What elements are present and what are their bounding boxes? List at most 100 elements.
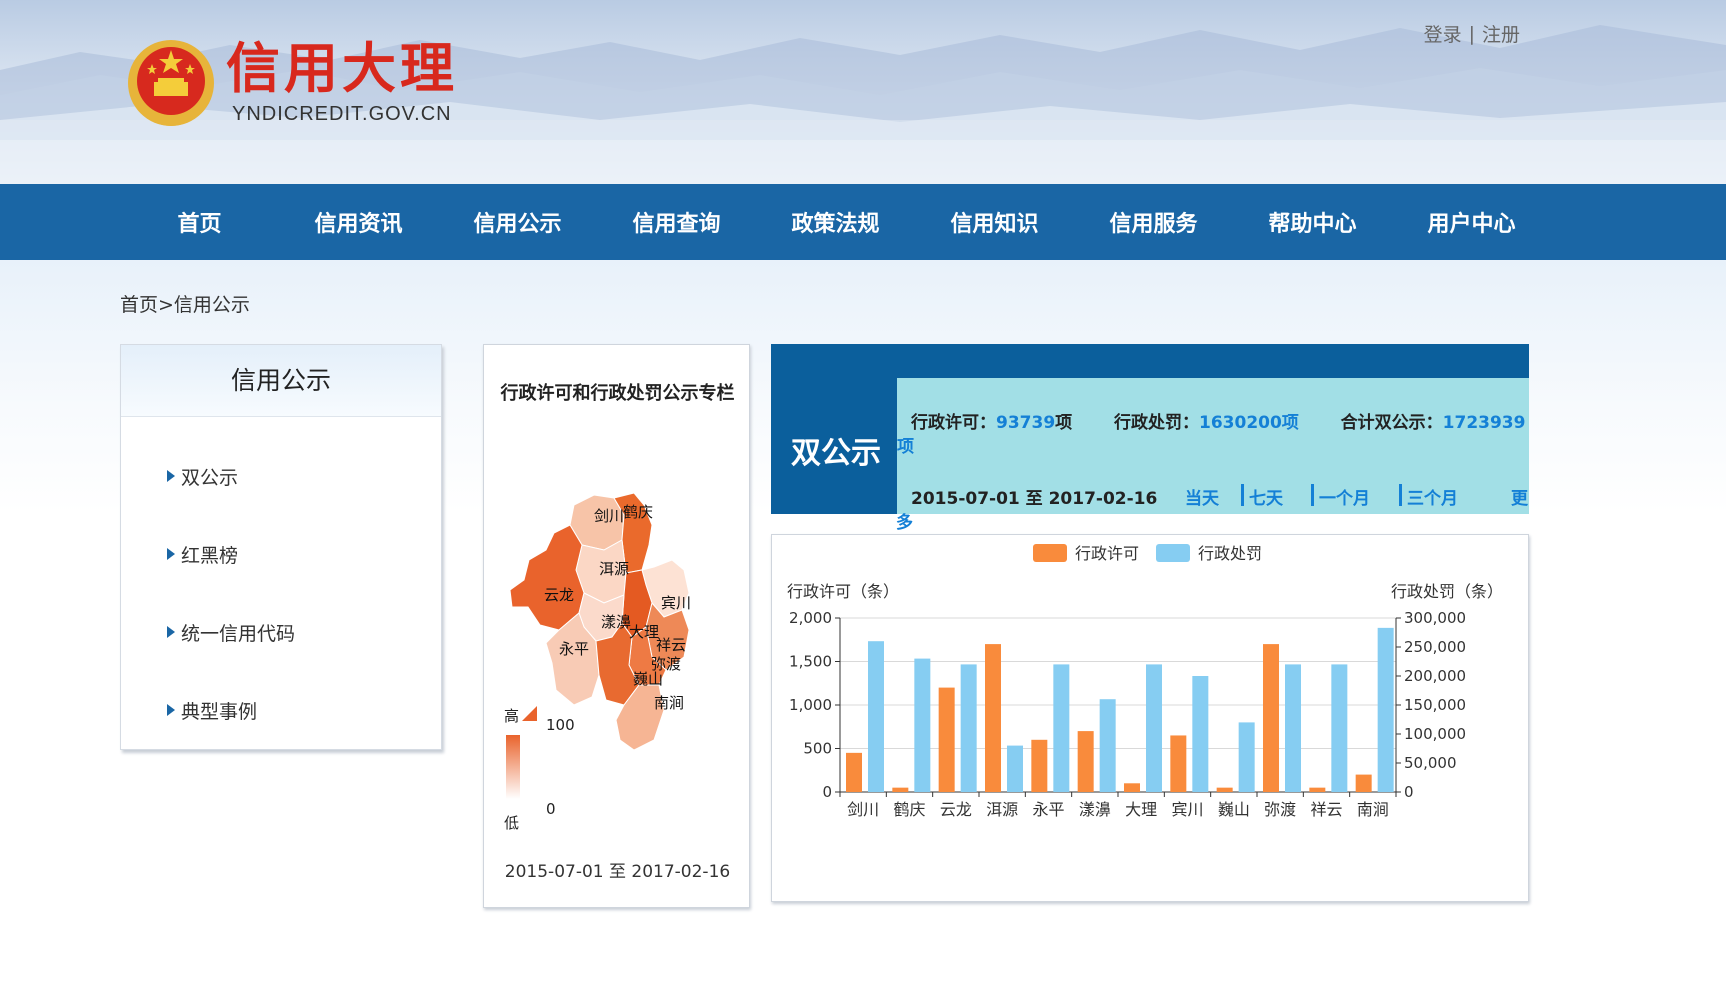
legend-gradient-bar — [506, 735, 520, 799]
legend-penalty-swatch[interactable] — [1156, 544, 1190, 562]
site-url: YNDICREDIT.GOV.CN — [232, 103, 452, 125]
account-links: 登录 | 注册 — [1424, 20, 1520, 47]
period-divider — [1311, 484, 1314, 506]
x-tick-label: 宾川 — [1171, 800, 1203, 819]
national-emblem-icon — [128, 40, 214, 126]
permit-count[interactable]: 93739 — [996, 413, 1055, 433]
summary-date-range: 2015-07-01 至 2017-02-16 — [911, 489, 1158, 509]
bar-penalty[interactable] — [1007, 745, 1023, 792]
y-right-tick-label: 50,000 — [1404, 754, 1457, 772]
nav-item-home[interactable]: 首页 — [120, 206, 279, 238]
legend-permit-swatch[interactable] — [1033, 544, 1067, 562]
legend-low-label: 低 — [504, 814, 519, 832]
sidebar-item-label: 统一信用代码 — [181, 622, 296, 645]
x-tick-label: 云龙 — [940, 800, 972, 819]
bar-permit[interactable] — [1170, 735, 1187, 792]
x-tick-label: 鹤庆 — [893, 800, 925, 819]
login-link[interactable]: 登录 — [1424, 20, 1462, 47]
breadcrumb[interactable]: 首页>信用公示 — [120, 290, 250, 317]
nav-item-credit-query[interactable]: 信用查询 — [597, 206, 756, 238]
bar-penalty[interactable] — [1377, 627, 1394, 792]
bar-penalty[interactable] — [1238, 722, 1255, 792]
legend-handle-icon[interactable] — [522, 706, 537, 721]
bar-permit[interactable] — [938, 687, 955, 792]
map-label-weishan: 巍山 — [633, 670, 663, 688]
nav-item-credit-news[interactable]: 信用资讯 — [279, 206, 438, 238]
chart-bars — [846, 627, 1394, 792]
chart-panel: 行政许可 行政处罚 行政许可（条） 行政处罚（条） 0 500 1,000 1,500… — [771, 534, 1529, 902]
bar-permit[interactable] — [1124, 783, 1140, 792]
bar-penalty[interactable] — [868, 641, 884, 792]
bar-permit[interactable] — [1077, 731, 1094, 792]
x-tick-label: 洱源 — [986, 800, 1018, 819]
x-tick-label: 大理 — [1125, 800, 1157, 819]
y-right-tick-label: 250,000 — [1404, 638, 1466, 656]
y-right-tick-label: 150,000 — [1404, 696, 1466, 714]
sidebar-title: 信用公示 — [121, 345, 441, 417]
period-divider — [1399, 484, 1402, 506]
period-one-month-link[interactable]: 一个月 — [1319, 484, 1370, 509]
bar-permit[interactable] — [1263, 644, 1279, 792]
sidebar-item-label: 红黑榜 — [181, 544, 239, 567]
triangle-right-icon — [167, 704, 175, 716]
period-today-link[interactable]: 当天 — [1185, 484, 1219, 509]
map-region-yunlong[interactable] — [509, 524, 585, 631]
nav-item-credit-disclosure[interactable]: 信用公示 — [438, 206, 597, 238]
y-right-tick-label: 100,000 — [1404, 725, 1466, 743]
bar-permit[interactable] — [1031, 739, 1048, 792]
bar-permit[interactable] — [846, 752, 862, 792]
bar-permit[interactable] — [1355, 774, 1372, 792]
period-more-link[interactable]: 更 — [1511, 484, 1528, 509]
legend-min-label: 0 — [546, 800, 556, 818]
nav-item-help[interactable]: 帮助中心 — [1233, 206, 1392, 238]
dali-choropleth-map: 剑川 鹤庆 洱源 云龙 宾川 漾濞 大理 祥云 永平 弥渡 巍山 南涧 高 10… — [504, 492, 691, 832]
map-label-yongping: 永平 — [559, 640, 589, 658]
bar-penalty[interactable] — [960, 664, 977, 792]
x-tick-label: 剑川 — [847, 800, 879, 819]
sidebar-item-unified-credit-code[interactable]: 统一信用代码 — [121, 593, 441, 671]
legend-high-label: 高 — [504, 707, 519, 725]
bar-permit[interactable] — [1216, 787, 1233, 792]
x-tick-label: 弥渡 — [1264, 800, 1296, 819]
nav-item-policy[interactable]: 政策法规 — [756, 206, 915, 238]
period-more-link-tail[interactable]: 多 — [896, 508, 913, 533]
penalty-label: 行政处罚： — [1114, 413, 1199, 433]
period-seven-days-link[interactable]: 七天 — [1249, 484, 1283, 509]
x-tick-label: 永平 — [1032, 800, 1064, 819]
bar-permit[interactable] — [985, 644, 1001, 792]
bar-penalty[interactable] — [1146, 664, 1162, 792]
bar-penalty[interactable] — [1285, 664, 1301, 792]
triangle-right-icon — [167, 626, 175, 638]
sidebar-item-typical-cases[interactable]: 典型事例 — [121, 671, 441, 749]
bar-penalty[interactable] — [1099, 699, 1116, 792]
sidebar-item-dual-disclosure[interactable]: 双公示 — [121, 437, 441, 515]
bar-penalty[interactable] — [1192, 676, 1209, 792]
map-label-dali: 大理 — [629, 623, 659, 641]
period-three-months-link[interactable]: 三个月 — [1407, 484, 1458, 509]
nav-item-credit-service[interactable]: 信用服务 — [1074, 206, 1233, 238]
main-nav: 首页 信用资讯 信用公示 信用查询 政策法规 信用知识 信用服务 帮助中心 用户… — [0, 184, 1726, 260]
bar-permit[interactable] — [892, 787, 909, 792]
bar-penalty[interactable] — [1053, 664, 1070, 792]
y-right-tick-label: 200,000 — [1404, 667, 1466, 685]
register-link[interactable]: 注册 — [1482, 20, 1520, 47]
separator: | — [1468, 22, 1475, 45]
y-left-tick-label: 0 — [822, 783, 832, 801]
bar-permit[interactable] — [1309, 787, 1326, 792]
map-label-xiangyun: 祥云 — [656, 636, 686, 654]
nav-item-user-center[interactable]: 用户中心 — [1392, 206, 1551, 238]
y-right-tick-label: 0 — [1404, 783, 1414, 801]
bar-penalty[interactable] — [1331, 664, 1348, 792]
permit-unit: 项 — [1055, 413, 1073, 433]
sidebar-item-red-black-list[interactable]: 红黑榜 — [121, 515, 441, 593]
period-divider — [1241, 484, 1244, 506]
map-label-nanjian: 南涧 — [654, 694, 684, 712]
penalty-count[interactable]: 1630200项 — [1199, 413, 1299, 433]
total-count[interactable]: 1723939 — [1443, 413, 1526, 433]
nav-item-credit-knowledge[interactable]: 信用知识 — [915, 206, 1074, 238]
total-label: 合计双公示： — [1340, 413, 1443, 433]
dual-disclosure-summary: 双公示 行政许可：93739项 行政处罚：1630200项 合计双公示：1723… — [771, 344, 1529, 514]
y-axis-left-label: 行政许可（条） — [787, 582, 899, 601]
bar-penalty[interactable] — [914, 658, 931, 792]
site-header: 信用大理 YNDICREDIT.GOV.CN 登录 | 注册 — [0, 0, 1726, 184]
